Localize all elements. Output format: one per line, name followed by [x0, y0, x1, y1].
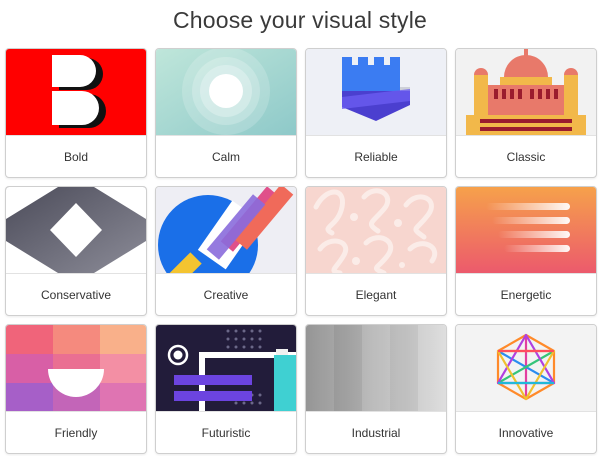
elegant-thumbnail	[306, 187, 446, 273]
style-card-futuristic[interactable]: Futuristic	[155, 324, 297, 454]
style-label: Classic	[456, 135, 596, 177]
style-label: Friendly	[6, 411, 146, 453]
style-label: Elegant	[306, 273, 446, 315]
style-label: Industrial	[306, 411, 446, 453]
style-card-creative[interactable]: Creative	[155, 186, 297, 316]
style-card-elegant[interactable]: Elegant	[305, 186, 447, 316]
bold-thumbnail	[6, 49, 146, 135]
style-label: Conservative	[6, 273, 146, 315]
style-label: Calm	[156, 135, 296, 177]
style-card-innovative[interactable]: Innovative	[455, 324, 597, 454]
page-title: Choose your visual style	[172, 7, 428, 33]
energetic-thumbnail	[456, 187, 596, 273]
style-card-friendly[interactable]: Friendly	[5, 324, 147, 454]
style-card-conservative[interactable]: Conservative	[5, 186, 147, 316]
style-label: Bold	[6, 135, 146, 177]
friendly-thumbnail	[6, 325, 146, 411]
futuristic-thumbnail	[156, 325, 296, 411]
innovative-thumbnail	[456, 325, 596, 411]
style-card-reliable[interactable]: Reliable	[305, 48, 447, 178]
creative-thumbnail	[156, 187, 296, 273]
conservative-thumbnail	[6, 187, 146, 273]
industrial-thumbnail	[306, 325, 446, 411]
reliable-thumbnail	[306, 49, 446, 135]
style-card-bold[interactable]: Bold	[5, 48, 147, 178]
calm-thumbnail	[156, 49, 296, 135]
style-card-calm[interactable]: Calm	[155, 48, 297, 178]
style-grid: Bold Calm Reliable Classic Conservative …	[5, 48, 597, 454]
style-label: Innovative	[456, 411, 596, 453]
style-card-classic[interactable]: Classic	[455, 48, 597, 178]
style-label: Futuristic	[156, 411, 296, 453]
style-card-industrial[interactable]: Industrial	[305, 324, 447, 454]
style-label: Energetic	[456, 273, 596, 315]
classic-thumbnail	[456, 49, 596, 135]
style-card-energetic[interactable]: Energetic	[455, 186, 597, 316]
style-label: Reliable	[306, 135, 446, 177]
style-label: Creative	[156, 273, 296, 315]
